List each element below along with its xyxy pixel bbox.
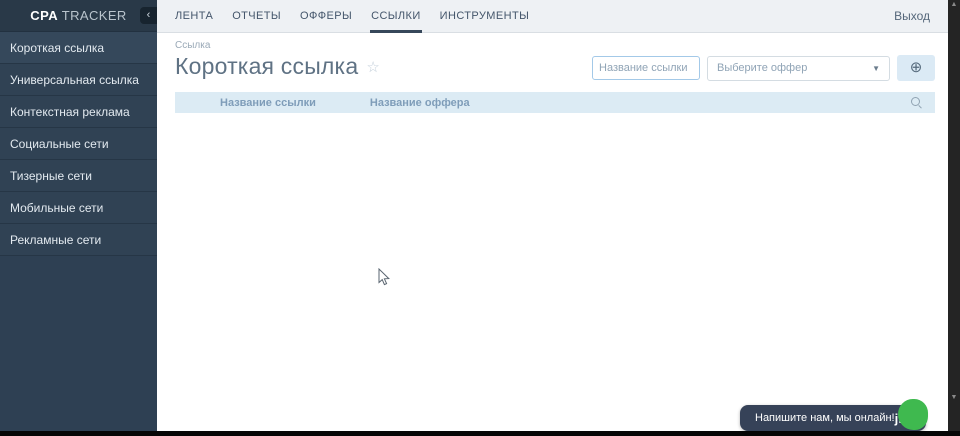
offer-select[interactable]: Выберите оффер ▼ — [707, 55, 890, 81]
sidebar-header: CPA TRACKER ‹ — [0, 0, 157, 32]
table-header: Название ссылки Название оффера — [175, 92, 935, 113]
favorite-star-icon[interactable]: ☆ — [366, 58, 379, 76]
tab-tools[interactable]: ИНСТРУМЕНТЫ — [439, 0, 531, 33]
sidebar-item-label: Рекламные сети — [10, 232, 102, 247]
offer-select-value: Выберите оффер — [717, 61, 808, 74]
sidebar-item-label: Контекстная реклама — [10, 104, 130, 119]
tab-links[interactable]: ССЫЛКИ — [370, 0, 422, 33]
chat-message: Напишите нам, мы онлайн! — [755, 412, 895, 424]
tab-feed[interactable]: ЛЕНТА — [174, 0, 214, 33]
sidebar-item-label: Тизерные сети — [10, 168, 92, 183]
main-content: Ссылка Короткая ссылка ☆ Выберите оффер … — [157, 33, 948, 431]
sidebar-item-universal-link[interactable]: Универсальная ссылка — [0, 64, 157, 96]
chevron-down-icon: ▼ — [872, 63, 880, 73]
scroll-down-icon[interactable]: ▼ — [951, 393, 958, 403]
sidebar: CPA TRACKER ‹ Короткая ссылка Универсаль… — [0, 0, 157, 431]
link-name-input[interactable] — [592, 56, 700, 80]
sidebar-item-label: Социальные сети — [10, 136, 109, 151]
sidebar-collapse-button[interactable]: ‹ — [140, 7, 157, 24]
filter-bar: Выберите оффер ▼ ⊕ — [592, 55, 935, 81]
app-logo-rest: TRACKER — [57, 8, 127, 23]
vertical-scrollbar[interactable]: ▲ ▼ — [948, 0, 960, 431]
breadcrumb: Ссылка — [175, 40, 211, 51]
jivo-leaf-icon — [898, 399, 928, 430]
add-link-button[interactable]: ⊕ — [897, 55, 935, 81]
tab-reports[interactable]: ОТЧЕТЫ — [231, 0, 282, 33]
scroll-up-icon[interactable]: ▲ — [951, 0, 958, 10]
app-logo: CPA TRACKER — [30, 8, 126, 23]
top-navigation: ЛЕНТА ОТЧЕТЫ ОФФЕРЫ ССЫЛКИ ИНСТРУМЕНТЫ В… — [157, 0, 948, 33]
sidebar-item-teaser-networks[interactable]: Тизерные сети — [0, 160, 157, 192]
sidebar-item-context-ads[interactable]: Контекстная реклама — [0, 96, 157, 128]
search-icon[interactable] — [911, 96, 923, 109]
bottom-edge-bar — [0, 431, 960, 436]
chat-widget[interactable]: Напишите нам, мы онлайн! jivo — [740, 399, 928, 431]
page-title: Короткая ссылка — [175, 53, 359, 79]
chevron-left-icon: ‹ — [146, 9, 151, 21]
sidebar-item-mobile-networks[interactable]: Мобильные сети — [0, 192, 157, 224]
sidebar-item-label: Мобильные сети — [10, 200, 104, 215]
sidebar-item-short-link[interactable]: Короткая ссылка — [0, 32, 157, 64]
sidebar-item-label: Короткая ссылка — [10, 40, 105, 55]
column-header-link-name: Название ссылки — [220, 96, 316, 109]
column-header-offer-name: Название оффера — [369, 96, 470, 109]
tab-offers[interactable]: ОФФЕРЫ — [299, 0, 353, 33]
circle-plus-icon: ⊕ — [909, 59, 923, 76]
sidebar-item-social-networks[interactable]: Социальные сети — [0, 128, 157, 160]
sidebar-item-ad-networks[interactable]: Рекламные сети — [0, 224, 157, 256]
sidebar-item-label: Универсальная ссылка — [10, 72, 139, 87]
logout-link[interactable]: Выход — [894, 9, 930, 23]
app-logo-bold: CPA — [30, 8, 58, 23]
page-header: Ссылка Короткая ссылка ☆ Выберите оффер … — [157, 33, 948, 92]
